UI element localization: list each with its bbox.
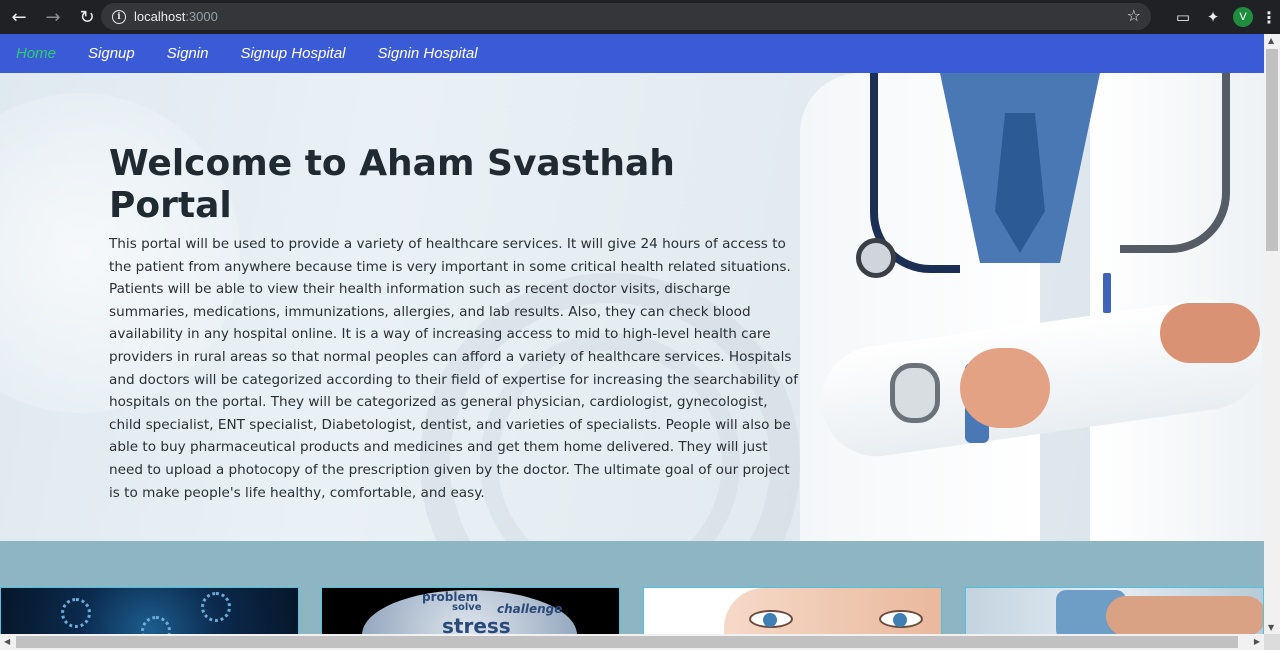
browser-toolbar: ← → ↻ i localhost:3000 ☆ ▭ ✦ V ⋮ [0, 0, 1280, 34]
vertical-scrollbar[interactable]: ▲ ▼ [1264, 34, 1280, 634]
url-text[interactable]: localhost:3000 [134, 9, 218, 24]
extension-area: ▭ ✦ V ⋮ [1168, 0, 1280, 34]
nav-link-signup-hospital[interactable]: Signup Hospital [240, 45, 345, 62]
hero-description: This portal will be used to provide a va… [109, 236, 799, 501]
info-icon[interactable]: i [112, 9, 126, 24]
back-icon[interactable]: ← [4, 2, 34, 32]
nav-link-home[interactable]: Home [16, 45, 56, 62]
card-word: solve [452, 602, 482, 613]
service-card-virus[interactable] [0, 587, 299, 637]
horizontal-scroll-thumb[interactable] [16, 636, 1238, 648]
doctor-image [760, 73, 1264, 541]
url-port: :3000 [185, 9, 218, 24]
scroll-down-icon[interactable]: ▼ [1268, 623, 1274, 632]
vertical-scroll-thumb[interactable] [1266, 49, 1278, 251]
watch-icon [890, 363, 940, 423]
nav-link-signin[interactable]: Signin [167, 45, 209, 62]
service-card-stress[interactable]: problem solve challenge stress [321, 587, 620, 637]
url-host: localhost [134, 9, 186, 24]
page-title: Welcome to Aham Svasthah Portal [109, 143, 675, 226]
horizontal-scrollbar[interactable]: ◀ ▶ [0, 634, 1264, 650]
nav-link-signin-hospital[interactable]: Signin Hospital [378, 45, 478, 62]
service-card-eye[interactable] [643, 587, 942, 637]
address-bar[interactable]: i localhost:3000 ☆ [101, 3, 1151, 30]
scrollbar-corner [1264, 634, 1280, 650]
scroll-left-icon[interactable]: ◀ [4, 637, 10, 646]
menu-icon[interactable]: ⋮ [1258, 8, 1280, 27]
nav-link-signup[interactable]: Signup [88, 45, 135, 62]
hero-banner: Welcome to Aham Svasthah Portal This por… [0, 73, 1264, 541]
service-card-patient[interactable] [965, 587, 1264, 637]
services-section: problem solve challenge stress [0, 541, 1264, 637]
puzzle-icon[interactable]: ✦ [1198, 8, 1228, 26]
scroll-right-icon[interactable]: ▶ [1254, 637, 1260, 646]
hero-content: Welcome to Aham Svasthah Portal This por… [109, 143, 799, 504]
scroll-up-icon[interactable]: ▲ [1268, 36, 1274, 45]
extension-icon[interactable]: ▭ [1168, 8, 1198, 26]
star-icon[interactable]: ☆ [1127, 6, 1141, 25]
reload-icon[interactable]: ↻ [72, 2, 102, 32]
forward-icon[interactable]: → [38, 2, 68, 32]
site-navbar: Home Signup Signin Signup Hospital Signi… [0, 34, 1264, 73]
avatar[interactable]: V [1233, 7, 1253, 27]
